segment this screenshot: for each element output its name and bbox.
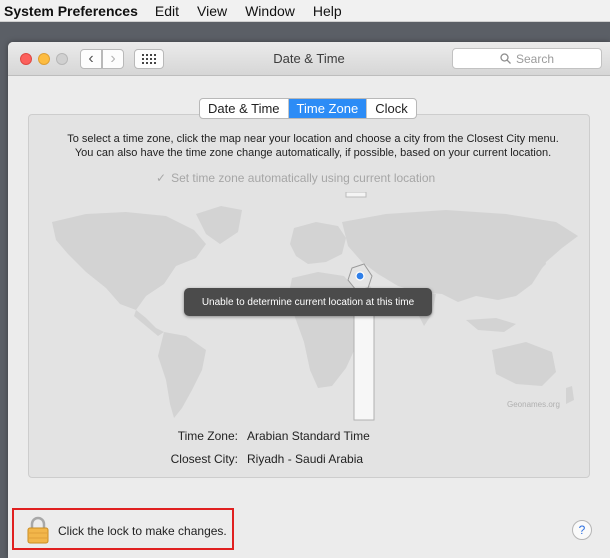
- minimize-button[interactable]: [38, 53, 50, 65]
- timezone-band: [353, 307, 375, 421]
- close-button[interactable]: [20, 53, 32, 65]
- tab-time-zone[interactable]: Time Zone: [288, 99, 368, 118]
- lock-icon[interactable]: [27, 516, 49, 544]
- time-zone-value: Arabian Standard Time: [247, 429, 370, 443]
- help-button[interactable]: ?: [572, 520, 592, 540]
- selection-band-top: [345, 192, 367, 198]
- menu-bar: System Preferences Edit View Window Help: [0, 0, 610, 22]
- back-button[interactable]: ‹: [80, 49, 102, 69]
- show-all-button[interactable]: [134, 49, 164, 69]
- landmass-greenland: [196, 206, 242, 244]
- location-tooltip: Unable to determine current location at …: [184, 288, 432, 316]
- location-pin-icon[interactable]: [355, 271, 365, 281]
- instruction-line-1: To select a time zone, click the map nea…: [67, 133, 559, 145]
- map-credit: Geonames.org: [507, 400, 560, 409]
- menu-edit[interactable]: Edit: [155, 3, 179, 19]
- grid-icon: [142, 54, 156, 64]
- landmass-central-america: [134, 310, 164, 336]
- search-placeholder: Search: [515, 51, 555, 66]
- landmass-new-zealand: [566, 386, 574, 404]
- app-menu[interactable]: System Preferences: [4, 3, 138, 19]
- checkmark-icon: ✓: [156, 171, 167, 185]
- landmass-south-america: [158, 332, 206, 418]
- menu-view[interactable]: View: [197, 3, 227, 19]
- closest-city-menu[interactable]: Riyadh - Saudi Arabia: [247, 452, 363, 466]
- lock-text: Click the lock to make changes.: [58, 524, 227, 538]
- preferences-window: Date & Time ‹ › Search Date & Time Time …: [8, 42, 610, 558]
- time-zone-label: Time Zone:: [177, 429, 238, 443]
- tab-date-time[interactable]: Date & Time: [200, 99, 289, 118]
- lock-area[interactable]: Click the lock to make changes.: [12, 508, 234, 550]
- help-icon: ?: [578, 523, 586, 537]
- instruction-line-2: You can also have the time zone change a…: [74, 147, 552, 159]
- menu-help[interactable]: Help: [313, 3, 342, 19]
- closest-city-label: Closest City:: [170, 452, 238, 466]
- zoom-button[interactable]: [56, 53, 68, 65]
- forward-button[interactable]: ›: [102, 49, 124, 69]
- search-icon: [500, 53, 511, 64]
- tab-clock[interactable]: Clock: [367, 99, 416, 118]
- landmass-indonesia: [466, 318, 516, 332]
- menu-window[interactable]: Window: [245, 3, 295, 19]
- chevron-right-icon: ›: [110, 50, 116, 67]
- title-bar: Date & Time ‹ › Search: [8, 42, 610, 76]
- instructions: To select a time zone, click the map nea…: [28, 132, 598, 160]
- landmass-australia: [492, 342, 556, 386]
- auto-timezone-checkbox[interactable]: ✓ Set time zone automatically using curr…: [156, 171, 435, 185]
- landmass-north-america: [52, 212, 206, 310]
- search-field[interactable]: Search: [452, 48, 602, 69]
- tab-bar: Date & Time Time Zone Clock: [199, 98, 417, 119]
- chevron-left-icon: ‹: [88, 50, 94, 67]
- auto-timezone-label: Set time zone automatically using curren…: [171, 171, 436, 185]
- landmass-europe: [290, 222, 346, 264]
